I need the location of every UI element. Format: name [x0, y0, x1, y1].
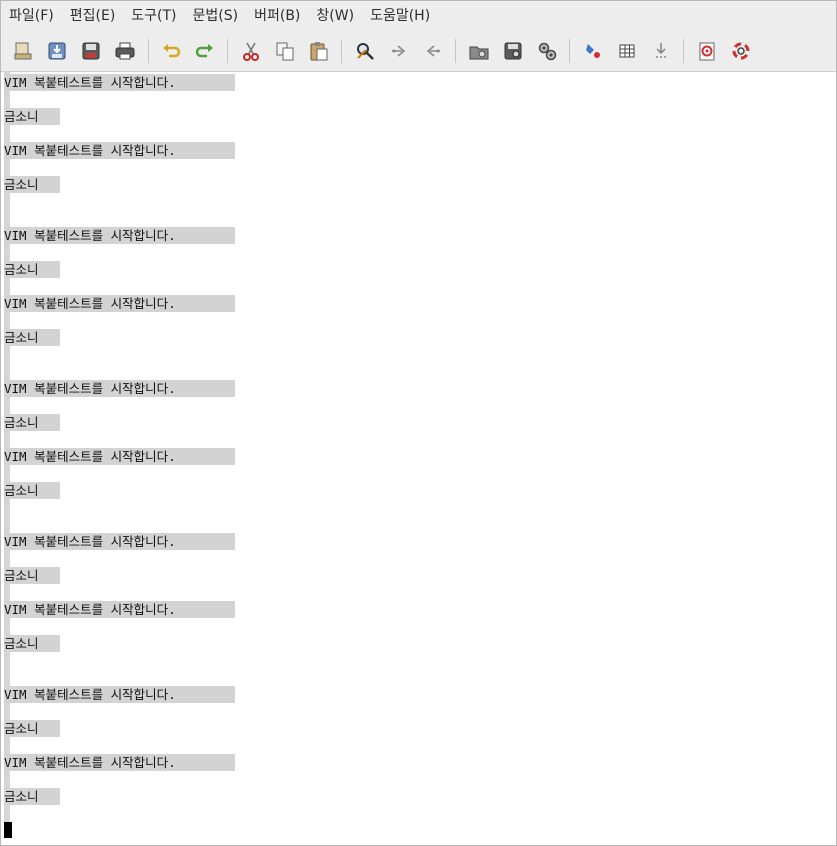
- make-icon: [586, 44, 600, 58]
- find-next-icon: [392, 45, 406, 57]
- text-line: VIM 복붙테스트를 시작합니다.: [4, 380, 235, 397]
- cut-icon: [243, 42, 259, 61]
- find-replace-button[interactable]: [352, 38, 378, 64]
- make-button[interactable]: [580, 38, 606, 64]
- menu-tools[interactable]: 도구(T): [123, 1, 184, 31]
- text-line: VIM 복붙테스트를 시작합니다.: [4, 601, 235, 618]
- help-button[interactable]: [694, 38, 720, 64]
- text-line: 금소니: [4, 176, 60, 193]
- toolbar-separator: [455, 39, 456, 63]
- save-icon: [48, 42, 66, 60]
- undo-icon: [163, 44, 181, 58]
- undo-button[interactable]: [158, 38, 184, 64]
- text-line: 금소니: [4, 635, 60, 652]
- text-cursor: [4, 822, 12, 838]
- tags-icon: [619, 44, 635, 58]
- cut-button[interactable]: [238, 38, 264, 64]
- text-line: 금소니: [4, 720, 60, 737]
- text-line: VIM 복붙테스트를 시작합니다.: [4, 448, 235, 465]
- text-line: VIM 복붙테스트를 시작합니다.: [4, 686, 235, 703]
- menu-bar: 파일(F) 편집(E) 도구(T) 문법(S) 버퍼(B) 창(W) 도움말(H…: [1, 1, 836, 31]
- print-icon: [115, 42, 135, 60]
- save-all-button[interactable]: [78, 38, 104, 64]
- save-session-icon: [504, 42, 522, 60]
- load-session-icon: [469, 46, 489, 60]
- open-icon: [14, 42, 32, 60]
- run-script-icon: [538, 42, 557, 61]
- print-button[interactable]: [112, 38, 138, 64]
- text-line: 금소니: [4, 261, 60, 278]
- find-replace-icon: [357, 43, 374, 60]
- toolbar: [1, 31, 836, 72]
- toolbar-separator: [683, 39, 684, 63]
- help-icon: [699, 42, 715, 61]
- find-help-button[interactable]: [728, 38, 754, 64]
- text-line: 금소니: [4, 414, 60, 431]
- text-line: 금소니: [4, 482, 60, 499]
- menu-edit[interactable]: 편집(E): [62, 1, 124, 31]
- paste-button[interactable]: [306, 38, 332, 64]
- load-session-button[interactable]: [466, 38, 492, 64]
- text-line: 금소니: [4, 108, 60, 125]
- paste-icon: [310, 42, 328, 61]
- toolbar-separator: [227, 39, 228, 63]
- save-session-button[interactable]: [500, 38, 526, 64]
- redo-icon: [195, 44, 213, 58]
- redo-button[interactable]: [192, 38, 218, 64]
- jump-tag-button[interactable]: [648, 38, 674, 64]
- find-prev-button[interactable]: [420, 38, 446, 64]
- vim-window: 파일(F) 편집(E) 도구(T) 문법(S) 버퍼(B) 창(W) 도움말(H…: [0, 0, 837, 846]
- open-button[interactable]: [10, 38, 36, 64]
- text-line: VIM 복붙테스트를 시작합니다.: [4, 533, 235, 550]
- menu-help[interactable]: 도움말(H): [362, 1, 438, 31]
- find-help-icon: [732, 42, 750, 60]
- menu-buffers[interactable]: 버퍼(B): [246, 1, 308, 31]
- toolbar-separator: [569, 39, 570, 63]
- menu-window[interactable]: 창(W): [308, 1, 362, 31]
- jump-tag-icon: [656, 43, 666, 58]
- text-line: VIM 복붙테스트를 시작합니다.: [4, 74, 235, 91]
- text-line: VIM 복붙테스트를 시작합니다.: [4, 754, 235, 771]
- toolbar-separator: [341, 39, 342, 63]
- save-all-icon: [82, 42, 100, 60]
- text-line: 금소니: [4, 788, 60, 805]
- find-next-button[interactable]: [386, 38, 412, 64]
- text-line: 금소니: [4, 329, 60, 346]
- text-line: VIM 복붙테스트를 시작합니다.: [4, 142, 235, 159]
- editor-area[interactable]: VIM 복붙테스트를 시작합니다. 금소니 VIM 복붙테스트를 시작합니다. …: [1, 72, 836, 845]
- find-prev-icon: [426, 45, 440, 57]
- text-line: VIM 복붙테스트를 시작합니다.: [4, 295, 235, 312]
- copy-icon: [276, 42, 294, 61]
- save-button[interactable]: [44, 38, 70, 64]
- copy-button[interactable]: [272, 38, 298, 64]
- text-line: VIM 복붙테스트를 시작합니다.: [4, 227, 235, 244]
- text-line: 금소니: [4, 567, 60, 584]
- run-script-button[interactable]: [534, 38, 560, 64]
- toolbar-separator: [148, 39, 149, 63]
- tags-button[interactable]: [614, 38, 640, 64]
- menu-syntax[interactable]: 문법(S): [185, 1, 247, 31]
- menu-file[interactable]: 파일(F): [1, 1, 62, 31]
